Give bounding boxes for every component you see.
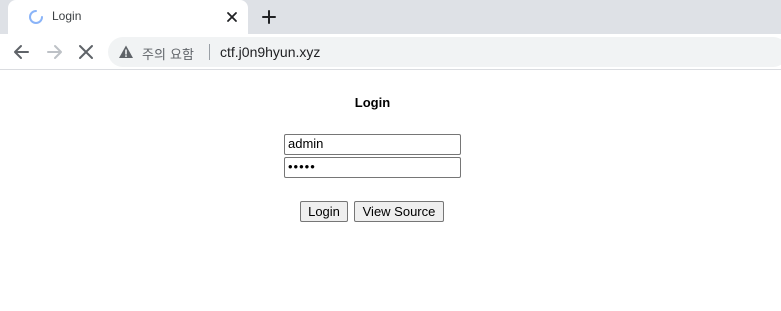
login-button[interactable]: Login — [300, 201, 348, 222]
page-content: Login admin ••••• Login View Source — [0, 71, 781, 311]
close-icon[interactable] — [224, 9, 240, 25]
tab-title: Login — [52, 9, 82, 23]
security-status-label[interactable]: 주의 요함 — [142, 44, 194, 63]
stop-x-icon[interactable] — [76, 42, 96, 62]
plus-icon[interactable] — [260, 8, 278, 26]
url-text[interactable]: ctf.j0n9hyun.xyz — [220, 44, 320, 60]
view-source-button[interactable]: View Source — [354, 201, 444, 222]
address-separator — [209, 44, 210, 60]
browser-tab[interactable]: Login — [8, 0, 248, 34]
tab-strip: Login — [0, 0, 781, 34]
arrow-left-icon[interactable] — [12, 42, 32, 62]
loading-spinner-icon — [29, 10, 43, 24]
address-bar[interactable]: 주의 요함 ctf.j0n9hyun.xyz — [108, 37, 781, 67]
browser-toolbar: 주의 요함 ctf.j0n9hyun.xyz — [0, 34, 781, 70]
arrow-right-icon[interactable] — [44, 42, 64, 62]
page-title: Login — [354, 95, 391, 110]
warning-triangle-icon[interactable] — [118, 44, 134, 60]
username-field[interactable]: admin — [284, 134, 461, 155]
password-field[interactable]: ••••• — [284, 157, 461, 178]
